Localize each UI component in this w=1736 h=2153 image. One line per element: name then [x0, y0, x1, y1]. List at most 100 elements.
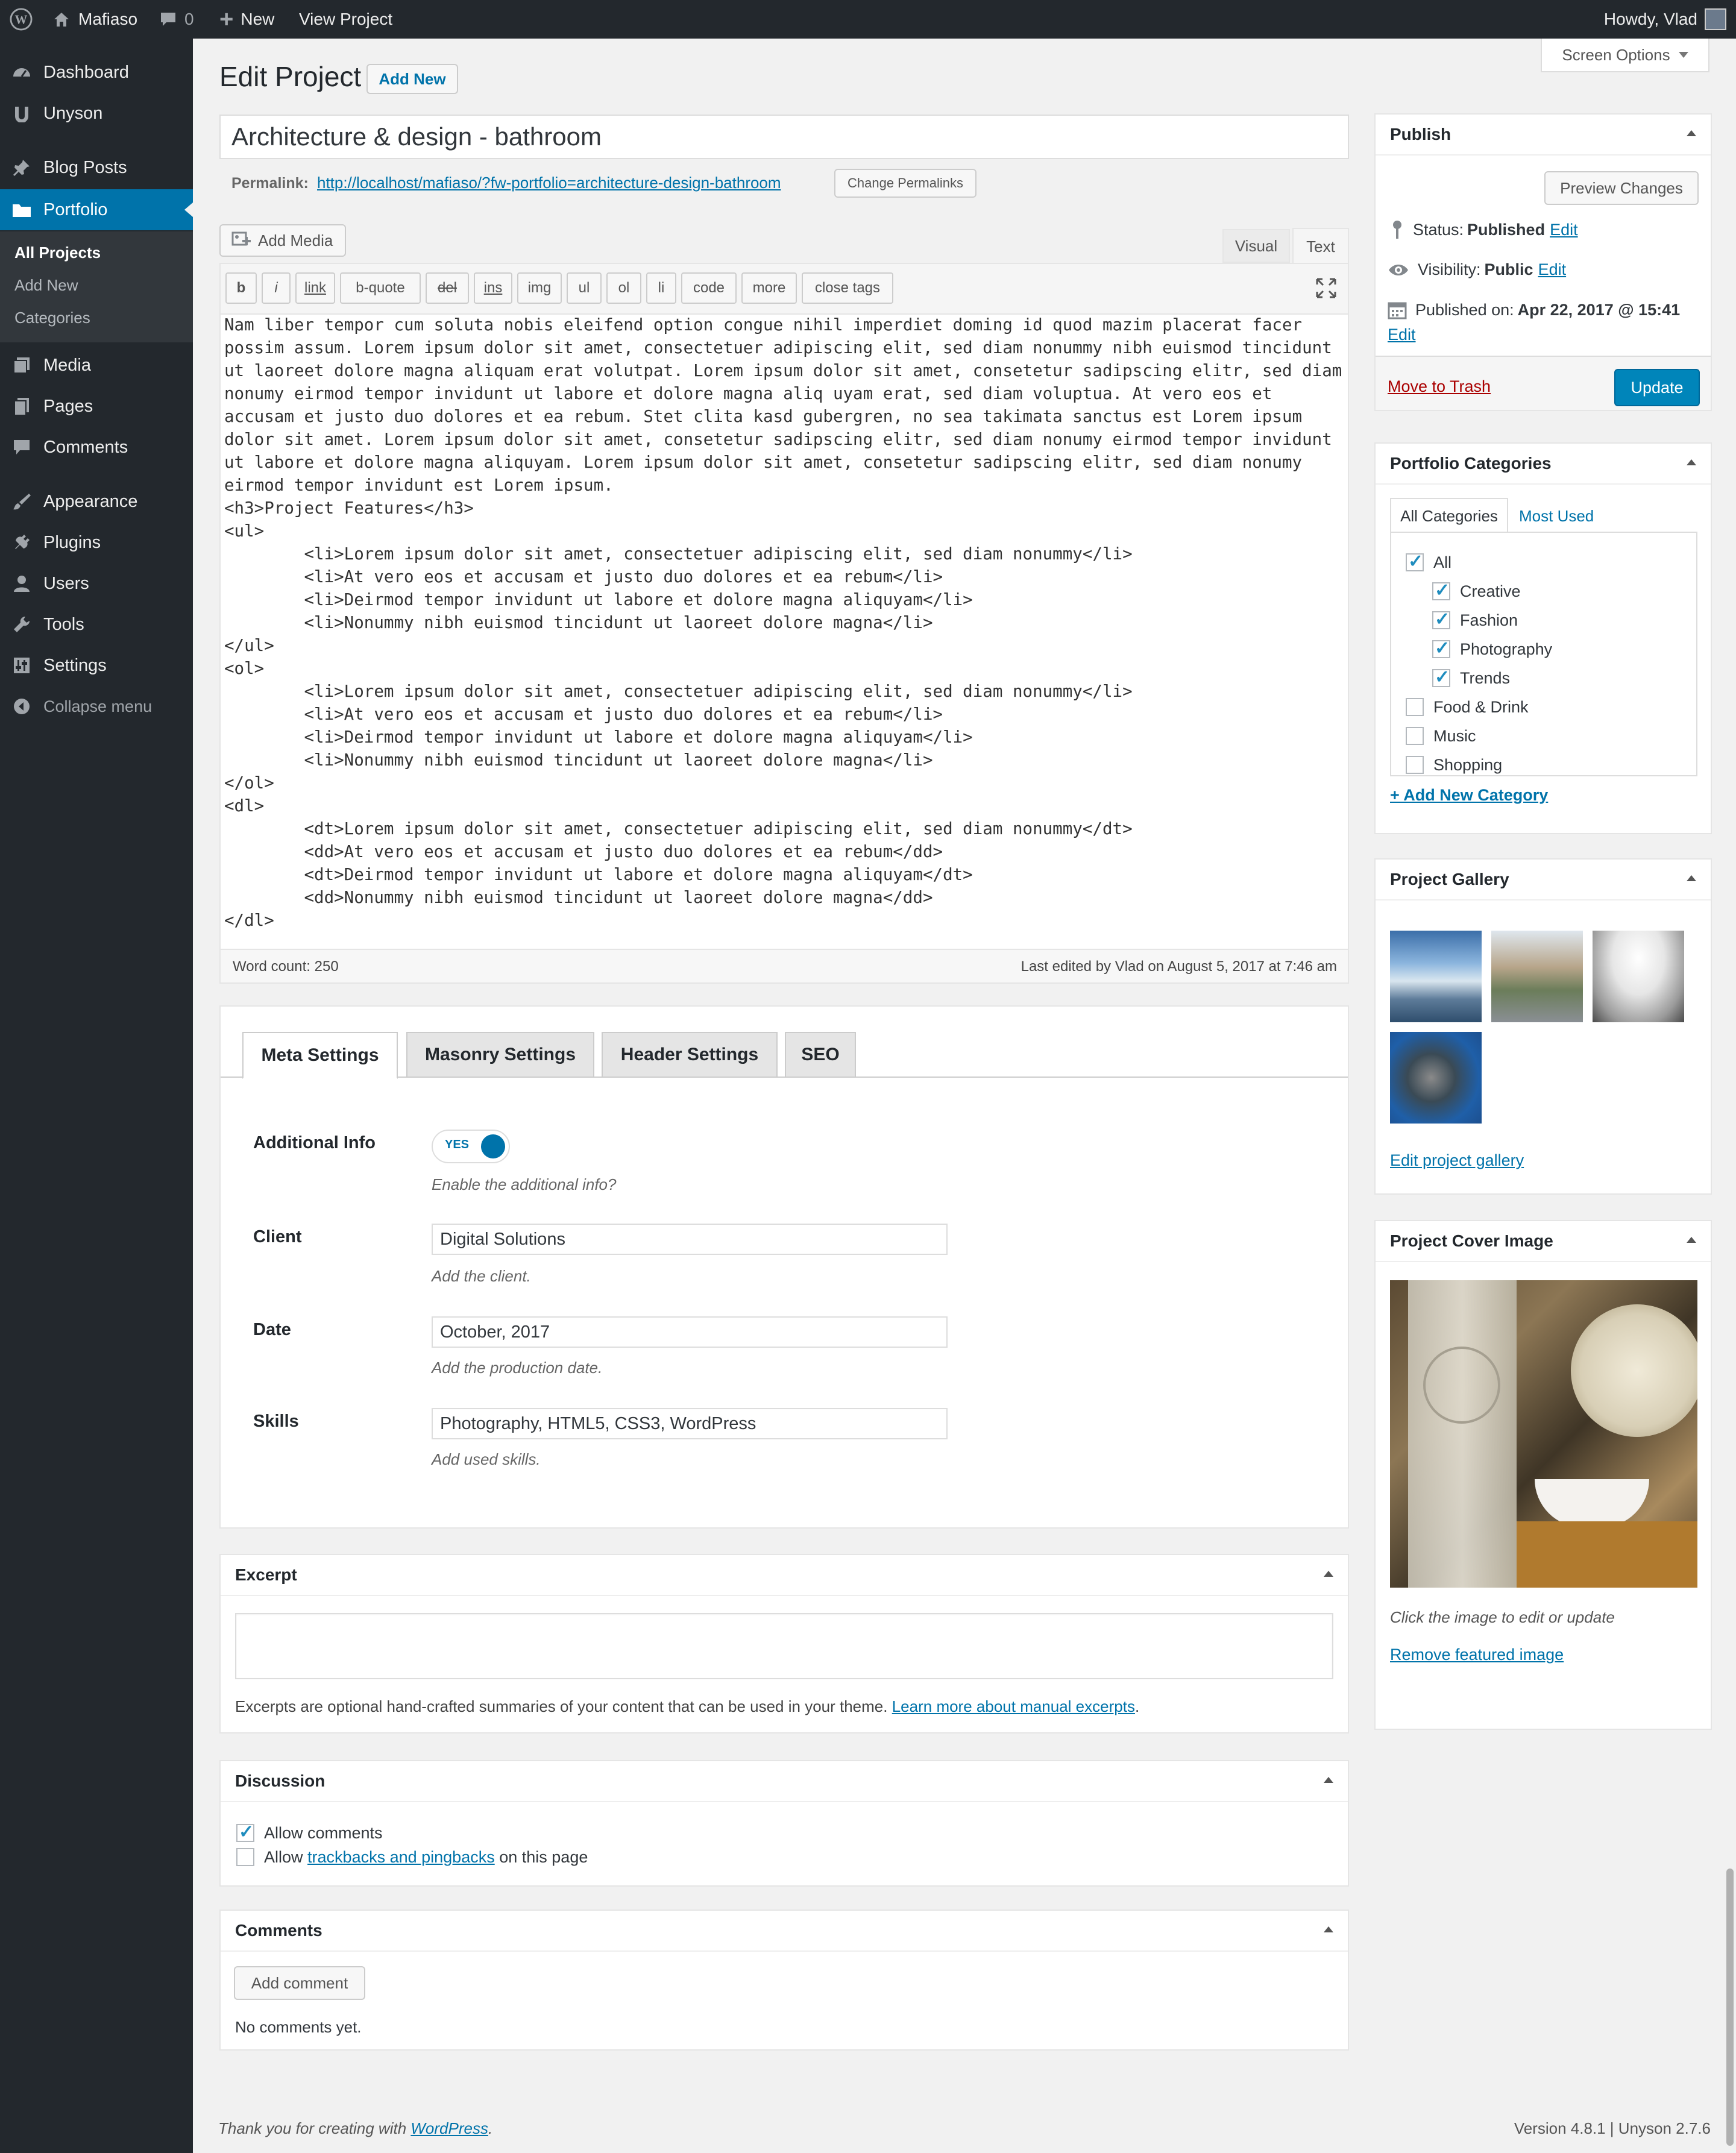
wordpress-link[interactable]: WordPress — [410, 2119, 488, 2137]
gallery-thumbnail[interactable] — [1491, 931, 1583, 1022]
qt-ins-button[interactable]: ins — [474, 272, 512, 304]
my-account-link[interactable]: Howdy, Vlad — [1604, 0, 1726, 39]
qt-del-button[interactable]: del — [426, 272, 469, 304]
publish-header[interactable]: Publish — [1376, 115, 1711, 156]
add-new-category-link[interactable]: + Add New Category — [1390, 786, 1548, 805]
tab-meta-settings[interactable]: Meta Settings — [242, 1032, 398, 1079]
sidebar-item-appearance[interactable]: Appearance — [0, 481, 193, 522]
tab-header-settings[interactable]: Header Settings — [602, 1032, 778, 1078]
cover-header[interactable]: Project Cover Image — [1376, 1221, 1711, 1262]
gallery-thumbnail[interactable] — [1593, 931, 1684, 1022]
categories-header[interactable]: Portfolio Categories — [1376, 444, 1711, 485]
status-edit-link[interactable]: Edit — [1550, 221, 1578, 239]
comments-header[interactable]: Comments — [221, 1911, 1348, 1952]
comments-link[interactable]: 0 — [159, 0, 194, 39]
sidebar-item-plugins[interactable]: Plugins — [0, 522, 193, 563]
additional-info-toggle[interactable]: YES — [432, 1130, 510, 1163]
published-edit-link[interactable]: Edit — [1388, 325, 1416, 344]
gallery-header[interactable]: Project Gallery — [1376, 860, 1711, 900]
category-checkbox-photography[interactable] — [1432, 638, 1450, 659]
sidebar-item-settings[interactable]: Settings — [0, 645, 193, 686]
view-project-link[interactable]: View Project — [299, 0, 392, 39]
qt-ol-button[interactable]: ol — [606, 272, 641, 304]
category-checkbox-creative[interactable] — [1432, 580, 1450, 601]
cover-image[interactable] — [1390, 1280, 1697, 1588]
tab-most-used[interactable]: Most Used — [1519, 499, 1594, 533]
skills-input[interactable]: Photography, HTML5, CSS3, WordPress — [432, 1408, 948, 1439]
excerpt-learn-more-link[interactable]: Learn more about manual excerpts — [892, 1697, 1135, 1715]
qt-ul-button[interactable]: ul — [567, 272, 602, 304]
tab-masonry-settings[interactable]: Masonry Settings — [406, 1032, 594, 1078]
qt-italic-button[interactable]: i — [262, 272, 291, 304]
post-title-input[interactable]: Architecture & design - bathroom — [219, 115, 1349, 159]
sidebar-item-comments[interactable]: Comments — [0, 427, 193, 468]
submenu-all-projects[interactable]: All Projects — [14, 244, 101, 262]
sidebar-item-portfolio[interactable]: Portfolio — [0, 189, 193, 230]
qt-more-button[interactable]: more — [741, 272, 797, 304]
trackbacks-link[interactable]: trackbacks and pingbacks — [307, 1848, 495, 1866]
sidebar-collapse-menu[interactable]: Collapse menu — [0, 686, 193, 727]
permalink-link[interactable]: http://localhost/mafiaso/?fw-portfolio=a… — [317, 174, 781, 192]
qt-close-tags-button[interactable]: close tags — [802, 272, 893, 304]
fullscreen-icon[interactable] — [1315, 277, 1337, 302]
tab-text[interactable]: Text — [1292, 228, 1349, 264]
client-input[interactable]: Digital Solutions — [432, 1224, 948, 1255]
submenu-add-new[interactable]: Add New — [14, 276, 78, 295]
qt-img-button[interactable]: img — [517, 272, 562, 304]
category-checkbox-food-drink[interactable] — [1406, 698, 1424, 716]
edit-gallery-link[interactable]: Edit project gallery — [1390, 1151, 1524, 1170]
remove-featured-image-link[interactable]: Remove featured image — [1390, 1645, 1564, 1664]
qt-bquote-button[interactable]: b-quote — [340, 272, 421, 304]
add-comment-button[interactable]: Add comment — [234, 1966, 365, 2000]
tab-all-categories[interactable]: All Categories — [1390, 498, 1508, 533]
sidebar-item-pages[interactable]: Pages — [0, 386, 193, 427]
sidebar-item-unyson[interactable]: Unyson — [0, 93, 193, 134]
sidebar-item-tools[interactable]: Tools — [0, 604, 193, 645]
gallery-thumbnail[interactable] — [1390, 931, 1482, 1022]
toggle-arrow-icon[interactable] — [1687, 130, 1696, 136]
editor-textarea[interactable]: Nam liber tempor cum soluta nobis eleife… — [224, 313, 1345, 932]
visibility-edit-link[interactable]: Edit — [1538, 260, 1567, 279]
add-new-button[interactable]: Add New — [366, 64, 458, 94]
category-checkbox-shopping[interactable] — [1406, 756, 1424, 774]
change-permalinks-button[interactable]: Change Permalinks — [834, 169, 976, 198]
update-button[interactable]: Update — [1614, 369, 1700, 406]
add-media-button[interactable]: Add Media — [219, 224, 346, 257]
sidebar-item-blog-posts[interactable]: Blog Posts — [0, 147, 193, 188]
qt-code-button[interactable]: code — [681, 272, 737, 304]
excerpt-textarea[interactable] — [235, 1613, 1333, 1679]
page-scrollbar[interactable] — [1726, 1869, 1734, 2146]
toggle-arrow-icon[interactable] — [1687, 459, 1696, 465]
site-name-link[interactable]: Mafiaso — [52, 0, 137, 39]
category-checkbox-all[interactable] — [1406, 551, 1424, 572]
sidebar-item-dashboard[interactable]: Dashboard — [0, 52, 193, 93]
qt-bold-button[interactable]: b — [225, 272, 257, 304]
tab-seo[interactable]: SEO — [785, 1032, 856, 1078]
category-checkbox-trends[interactable] — [1432, 667, 1450, 688]
toggle-arrow-icon[interactable] — [1324, 1926, 1333, 1932]
allow-comments-checkbox[interactable] — [236, 1821, 254, 1843]
toggle-arrow-icon[interactable] — [1687, 875, 1696, 881]
date-input[interactable]: October, 2017 — [432, 1316, 948, 1348]
toggle-arrow-icon[interactable] — [1687, 1237, 1696, 1243]
screen-options-button[interactable]: Screen Options — [1541, 39, 1709, 72]
move-to-trash-link[interactable]: Move to Trash — [1388, 377, 1491, 396]
qt-link-button[interactable]: link — [295, 272, 335, 304]
submenu-categories[interactable]: Categories — [14, 309, 90, 327]
category-checkbox-music[interactable] — [1406, 727, 1424, 745]
wordpress-logo-icon[interactable]: W — [10, 0, 33, 39]
tab-visual[interactable]: Visual — [1222, 229, 1290, 263]
sidebar-item-media[interactable]: Media — [0, 345, 193, 386]
preview-changes-button[interactable]: Preview Changes — [1544, 171, 1699, 205]
new-content-link[interactable]: + New — [219, 0, 274, 39]
category-checkbox-fashion[interactable] — [1432, 609, 1450, 630]
gallery-thumbnail[interactable] — [1390, 1032, 1482, 1124]
client-desc: Add the client. — [432, 1267, 531, 1285]
toggle-arrow-icon[interactable] — [1324, 1571, 1333, 1577]
qt-li-button[interactable]: li — [646, 272, 676, 304]
excerpt-header[interactable]: Excerpt — [221, 1555, 1348, 1596]
allow-pingbacks-checkbox[interactable] — [236, 1848, 254, 1866]
toggle-arrow-icon[interactable] — [1324, 1777, 1333, 1783]
sidebar-item-users[interactable]: Users — [0, 563, 193, 604]
discussion-header[interactable]: Discussion — [221, 1761, 1348, 1802]
